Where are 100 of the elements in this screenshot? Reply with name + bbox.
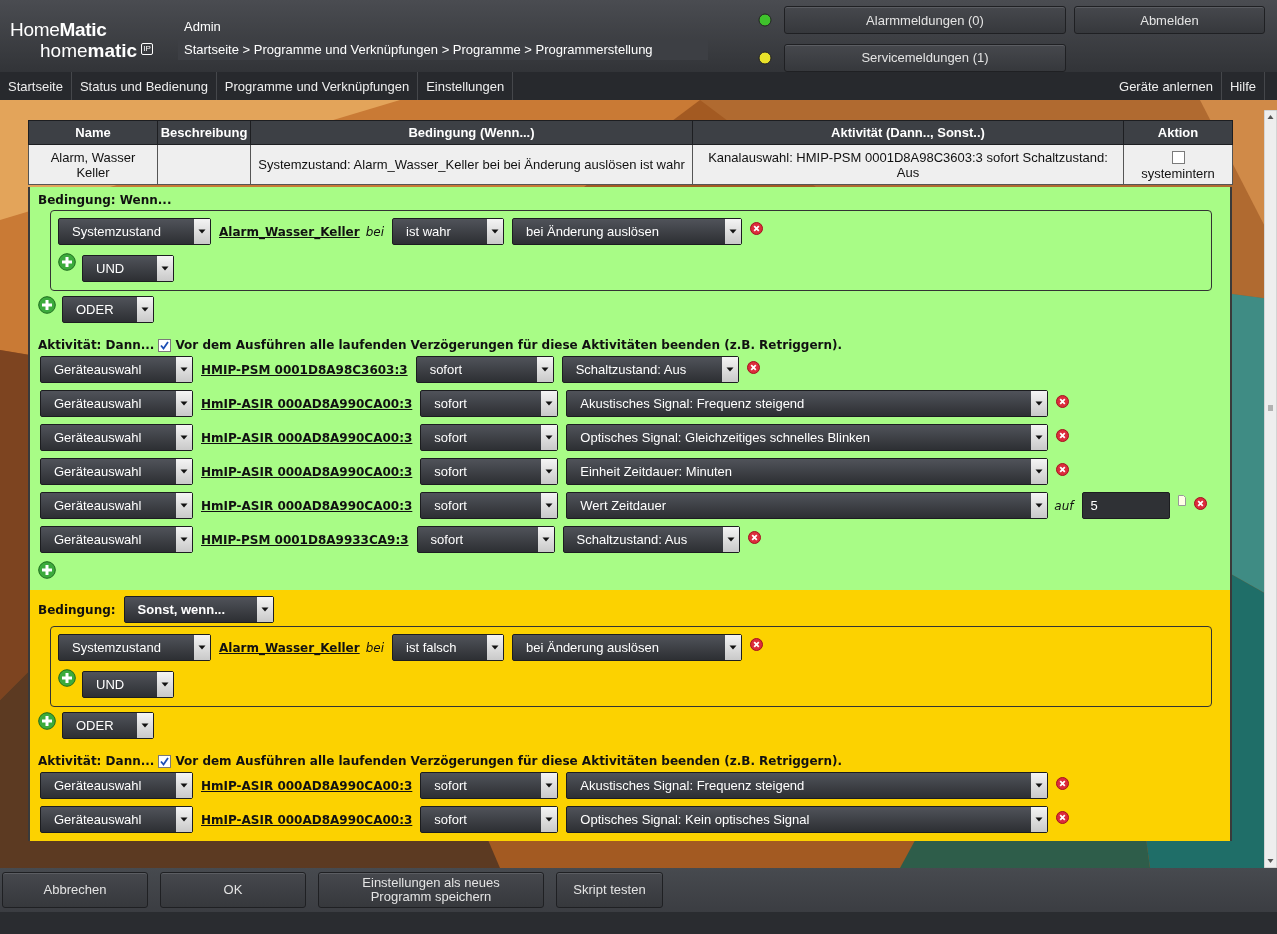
caret-icon (541, 459, 558, 484)
checkbox[interactable] (1171, 151, 1185, 164)
dropdown[interactable]: sofort (416, 526, 555, 553)
device-link[interactable]: HmIP-ASIR 000AD8A990CA00:3 (201, 464, 413, 479)
dropdown[interactable]: ODER (62, 712, 154, 739)
value-field[interactable]: 5 (1081, 492, 1170, 519)
delete-icon[interactable] (1056, 777, 1070, 790)
delete-icon[interactable] (747, 531, 761, 544)
device-link[interactable]: HMIP-PSM 0001D8A9933CA9:3 (201, 532, 409, 547)
device-link[interactable]: HmIP-ASIR 000AD8A990CA00:3 (201, 430, 413, 445)
status-button[interactable]: Servicemeldungen (1) (784, 43, 1066, 72)
dropdown[interactable]: Schaltzustand: Aus (561, 356, 739, 383)
dropdown[interactable]: bei Änderung auslösen (512, 634, 743, 661)
dropdown[interactable]: Geräteauswahl (40, 492, 193, 519)
dropdown[interactable]: UND (82, 255, 174, 282)
device-link[interactable]: HmIP-ASIR 000AD8A990CA00:3 (201, 396, 413, 411)
footer-button[interactable]: Skript testen (556, 872, 663, 908)
column-header[interactable]: Aktivität (Dann.., Sonst..) (692, 120, 1124, 145)
joiner-text: bei (365, 224, 385, 239)
dropdown[interactable]: sofort (420, 806, 559, 833)
dropdown[interactable]: sofort (420, 492, 559, 519)
dropdown[interactable]: Geräteauswahl (40, 806, 193, 833)
dropdown[interactable]: Schaltzustand: Aus (562, 526, 740, 553)
dropdown[interactable]: ist wahr (392, 218, 505, 245)
dropdown[interactable]: ODER (62, 296, 154, 323)
column-header[interactable]: Aktion (1123, 120, 1233, 145)
dropdown[interactable]: Geräteauswahl (40, 356, 193, 383)
add-icon[interactable] (58, 253, 76, 271)
note-icon[interactable] (1177, 495, 1186, 506)
dropdown[interactable]: Optisches Signal: Kein optisches Signal (566, 806, 1049, 833)
footer-button[interactable]: Abbrechen (2, 872, 148, 908)
checkbox-label: Vor dem Ausführen alle laufenden Verzögerungen für diese Aktivitäten beenden (z.B. Retriggern). (175, 338, 843, 352)
logout-button[interactable]: Abmelden (1074, 6, 1265, 35)
column-header[interactable]: Name (28, 120, 158, 145)
dropdown[interactable]: bei Änderung auslösen (512, 218, 743, 245)
dropdown[interactable]: sofort (420, 772, 559, 799)
delete-icon[interactable] (1056, 395, 1070, 408)
dropdown[interactable]: Geräteauswahl (40, 526, 193, 553)
dropdown[interactable]: Geräteauswahl (40, 424, 193, 451)
dropdown[interactable]: Akustisches Signal: Frequenz steigend (566, 390, 1049, 417)
checkbox[interactable] (158, 754, 172, 768)
checkbox-label: Vor dem Ausführen alle laufenden Verzögerungen für diese Aktivitäten beenden (z.B. Retriggern). (175, 754, 843, 768)
device-link[interactable]: HmIP-ASIR 000AD8A990CA00:3 (201, 778, 413, 793)
delete-icon[interactable] (750, 638, 764, 651)
delete-icon[interactable] (1056, 811, 1070, 824)
dropdown[interactable]: Systemzustand (58, 218, 211, 245)
table-cell: Alarm, Wasser Keller (28, 144, 158, 185)
joiner-text: bei (365, 640, 385, 655)
add-icon[interactable] (58, 669, 76, 687)
column-header[interactable]: Beschreibung (157, 120, 251, 145)
caret-icon (176, 773, 192, 798)
caret-icon (537, 527, 554, 552)
add-icon[interactable] (38, 296, 56, 314)
caret-icon (137, 297, 153, 322)
dropdown[interactable]: Optisches Signal: Gleichzeitiges schnelles Blinken (566, 424, 1049, 451)
delete-icon[interactable] (1056, 429, 1070, 442)
section-heading: Bedingung: (38, 602, 116, 617)
device-link[interactable]: HmIP-ASIR 000AD8A990CA00:3 (201, 812, 413, 827)
dropdown[interactable]: Geräteauswahl (40, 458, 193, 485)
add-icon[interactable] (38, 712, 56, 730)
dropdown[interactable]: sofort (420, 424, 559, 451)
footer-button[interactable]: Einstellungen als neues Programm speichern (318, 872, 544, 908)
caret-icon (721, 357, 738, 382)
caret-icon (256, 597, 273, 622)
dropdown[interactable]: Sonst, wenn... (123, 596, 274, 623)
column-header[interactable]: Bedingung (Wenn...) (250, 120, 693, 145)
variable-link[interactable]: Alarm_Wasser_Keller (219, 640, 360, 655)
caret-icon (541, 425, 558, 450)
delete-icon[interactable] (746, 361, 760, 374)
dropdown[interactable]: sofort (420, 390, 559, 417)
delete-icon[interactable] (1056, 463, 1070, 476)
section-heading: Aktivität: Dann... (38, 754, 155, 768)
dropdown[interactable]: Wert Zeitdauer (566, 492, 1049, 519)
caret-icon (157, 256, 173, 281)
user-name: Admin (184, 19, 222, 35)
dropdown[interactable]: Einheit Zeitdauer: Minuten (566, 458, 1049, 485)
dropdown[interactable]: ist falsch (392, 634, 505, 661)
footer-button[interactable]: OK (160, 872, 306, 908)
variable-link[interactable]: Alarm_Wasser_Keller (219, 224, 360, 239)
device-link[interactable]: HmIP-ASIR 000AD8A990CA00:3 (201, 498, 413, 513)
dropdown[interactable]: Geräteauswahl (40, 772, 193, 799)
delete-icon[interactable] (1193, 497, 1207, 510)
dropdown[interactable]: sofort (415, 356, 554, 383)
add-icon[interactable] (38, 561, 56, 579)
delete-icon[interactable] (750, 222, 764, 235)
dropdown[interactable]: UND (82, 671, 174, 698)
table-cell: Systemzustand: Alarm_Wasser_Keller bei bei Änderung auslösen ist wahr (250, 144, 693, 185)
caret-icon (194, 635, 210, 660)
dropdown[interactable]: Geräteauswahl (40, 390, 193, 417)
scrollbar[interactable] (1264, 110, 1277, 868)
caret-icon (1031, 425, 1048, 450)
caret-icon (1031, 459, 1048, 484)
status-button[interactable]: Alarmmeldungen (0) (784, 6, 1066, 35)
device-link[interactable]: HMIP-PSM 0001D8A98C3603:3 (201, 362, 408, 377)
dropdown[interactable]: sofort (420, 458, 559, 485)
brand-name: HomeMatic (10, 20, 108, 40)
dropdown[interactable]: Systemzustand (58, 634, 211, 661)
dropdown[interactable]: Akustisches Signal: Frequenz steigend (566, 772, 1049, 799)
section-heading: Bedingung: Wenn... (38, 193, 172, 207)
checkbox[interactable] (158, 338, 172, 352)
